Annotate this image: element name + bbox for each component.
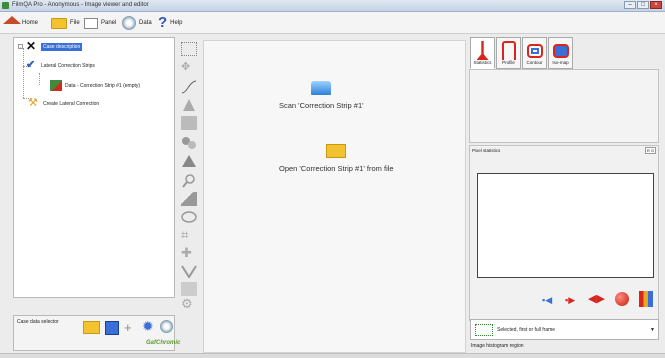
menu-home[interactable]: Home xyxy=(3,15,38,31)
tool-strip: ✥ ⌗ ✚ ⚙ xyxy=(178,40,200,310)
app-icon xyxy=(2,2,9,9)
iso-map-icon xyxy=(552,44,569,58)
tree-connector xyxy=(23,48,24,98)
selector-label: Case data selector xyxy=(17,319,59,325)
tab-iso-map[interactable]: Iso-map xyxy=(548,37,573,69)
statistics-icon xyxy=(476,41,489,60)
open-folder-icon xyxy=(326,144,347,158)
data-globe-icon[interactable] xyxy=(160,320,173,333)
save-icon[interactable] xyxy=(105,321,119,335)
open-folder-icon[interactable] xyxy=(83,321,100,334)
resize-icon[interactable] xyxy=(181,264,197,279)
menu-data[interactable]: Data xyxy=(122,15,152,31)
question-icon: ? xyxy=(158,14,168,31)
tab-profile[interactable]: Profile xyxy=(496,37,521,69)
panel-icon xyxy=(84,17,98,29)
triangle-tool-icon[interactable] xyxy=(181,98,197,112)
wrench-icon: ⚒ xyxy=(28,97,38,109)
menu-home-label: Home xyxy=(22,20,39,26)
menu-help-label: Help xyxy=(170,20,183,26)
add-icon[interactable]: + xyxy=(124,320,132,335)
case-x-icon: ✕ xyxy=(26,39,37,53)
tab-label: Statistics xyxy=(473,60,492,65)
color-bars-icon[interactable] xyxy=(639,291,653,307)
tree-item-lateral-strips[interactable]: ✔ Lateral Correction Strips xyxy=(26,60,95,71)
scanner-icon xyxy=(311,81,332,95)
tree-item-label: Case description xyxy=(41,42,83,51)
tree-item-create-correction[interactable]: ⚒ Create Lateral Correction xyxy=(28,98,99,109)
chevron-down-icon: ▼ xyxy=(650,326,655,333)
tree-item-case-description[interactable]: - ✕ Case description xyxy=(18,39,83,53)
window-controls: – □ × xyxy=(624,1,662,9)
scan-strip-label: Scan 'Correction Strip #1' xyxy=(279,101,364,110)
pixel-statistics-panel: Pixel statistics R G ▪◀ ▪▶ ◀▶ xyxy=(469,145,659,321)
contour-icon xyxy=(526,44,543,58)
scan-strip-action[interactable]: Scan 'Correction Strip #1' xyxy=(279,81,364,110)
profile-icon xyxy=(501,41,516,60)
open-strip-action[interactable]: Open 'Correction Strip #1' from file xyxy=(279,144,394,173)
frame-grid-icon xyxy=(475,323,493,336)
tab-contour[interactable]: Contour xyxy=(522,37,547,69)
checkmark-icon: ✔ xyxy=(26,59,36,71)
data-icon xyxy=(122,16,136,30)
menu-bar: Home File Panel Data ? Help xyxy=(0,12,665,34)
gradient-tool-icon[interactable] xyxy=(181,192,197,206)
frame-selector-dropdown[interactable]: Selected, first or full frame ▼ xyxy=(470,319,659,340)
settings-icon[interactable]: ⚙ xyxy=(181,297,197,311)
open-strip-label: Open 'Correction Strip #1' from file xyxy=(279,164,394,173)
export-icon[interactable] xyxy=(181,282,197,296)
tree-item-label: Create Lateral Correction xyxy=(43,100,100,107)
title-bar: FilmQA Pro - Anonymous - Image viewer an… xyxy=(0,0,665,12)
folder-icon xyxy=(51,17,67,29)
gafchromic-logo: GafChromic xyxy=(146,340,181,346)
frame-selector-value: Selected, first or full frame xyxy=(497,326,556,333)
move-icon[interactable]: ✥ xyxy=(181,60,197,74)
record-icon[interactable] xyxy=(615,292,629,306)
main-content: Scan 'Correction Strip #1' Open 'Correct… xyxy=(203,40,466,353)
tree-connector xyxy=(39,73,40,85)
case-tree-panel: - ✕ Case description ✔ Lateral Correctio… xyxy=(13,37,175,298)
menu-data-label: Data xyxy=(139,20,152,26)
window-title: FilmQA Pro - Anonymous - Image viewer an… xyxy=(12,2,149,8)
histogram-canvas xyxy=(477,173,654,278)
curve-icon[interactable] xyxy=(181,80,197,94)
menu-file[interactable]: File xyxy=(51,15,80,31)
expand-icon[interactable]: ◀▶ xyxy=(588,294,605,305)
histogram-region-label: Image histogram region xyxy=(471,343,524,349)
menu-file-label: File xyxy=(70,20,80,26)
expand-toggle-icon[interactable]: - xyxy=(18,44,23,49)
grid-icon[interactable] xyxy=(181,42,197,56)
tab-label: Contour xyxy=(526,60,543,65)
tab-label: Profile xyxy=(502,60,515,65)
tree-item-label: Data - Correction Strip #1 (empty) xyxy=(65,82,141,89)
arrow-left-icon[interactable]: ▪◀ xyxy=(542,296,552,305)
cross-icon[interactable]: ✚ xyxy=(181,246,197,260)
tab-statistics[interactable]: Statistics xyxy=(470,37,495,69)
arrow-right-icon[interactable]: ▪▶ xyxy=(565,296,575,305)
analysis-panel: Statistics Profile Contour Iso-map Pixel… xyxy=(469,37,662,353)
magnifier-icon[interactable] xyxy=(181,174,197,188)
statistics-area xyxy=(469,69,659,143)
close-button[interactable]: × xyxy=(650,1,662,9)
tree-item-label: Lateral Correction Strips xyxy=(41,62,95,69)
settings-gear-icon[interactable]: ✹ xyxy=(142,319,154,333)
channel-toggle-button[interactable]: R G xyxy=(644,147,656,154)
crop-icon[interactable]: ⌗ xyxy=(181,228,197,242)
circles-tool-icon[interactable] xyxy=(181,136,197,150)
tree-item-correction-strip-data[interactable]: Data - Correction Strip #1 (empty) xyxy=(50,80,140,91)
pyramid-tool-icon[interactable] xyxy=(181,154,197,168)
rectangle-tool-icon[interactable] xyxy=(181,116,197,130)
menu-panel[interactable]: Panel xyxy=(84,15,116,31)
maximize-button[interactable]: □ xyxy=(637,1,649,9)
tab-label: Iso-map xyxy=(552,60,569,65)
minimize-button[interactable]: – xyxy=(624,1,636,9)
case-data-selector: Case data selector + ✹ GafChromic xyxy=(13,315,180,351)
menu-help[interactable]: ? Help xyxy=(158,15,183,31)
rotate-icon[interactable] xyxy=(181,210,197,224)
strip-film-icon xyxy=(50,80,62,91)
menu-panel-label: Panel xyxy=(101,20,117,26)
pixel-statistics-label: Pixel statistics xyxy=(472,148,501,153)
status-bar xyxy=(0,353,665,358)
home-icon xyxy=(3,16,21,24)
